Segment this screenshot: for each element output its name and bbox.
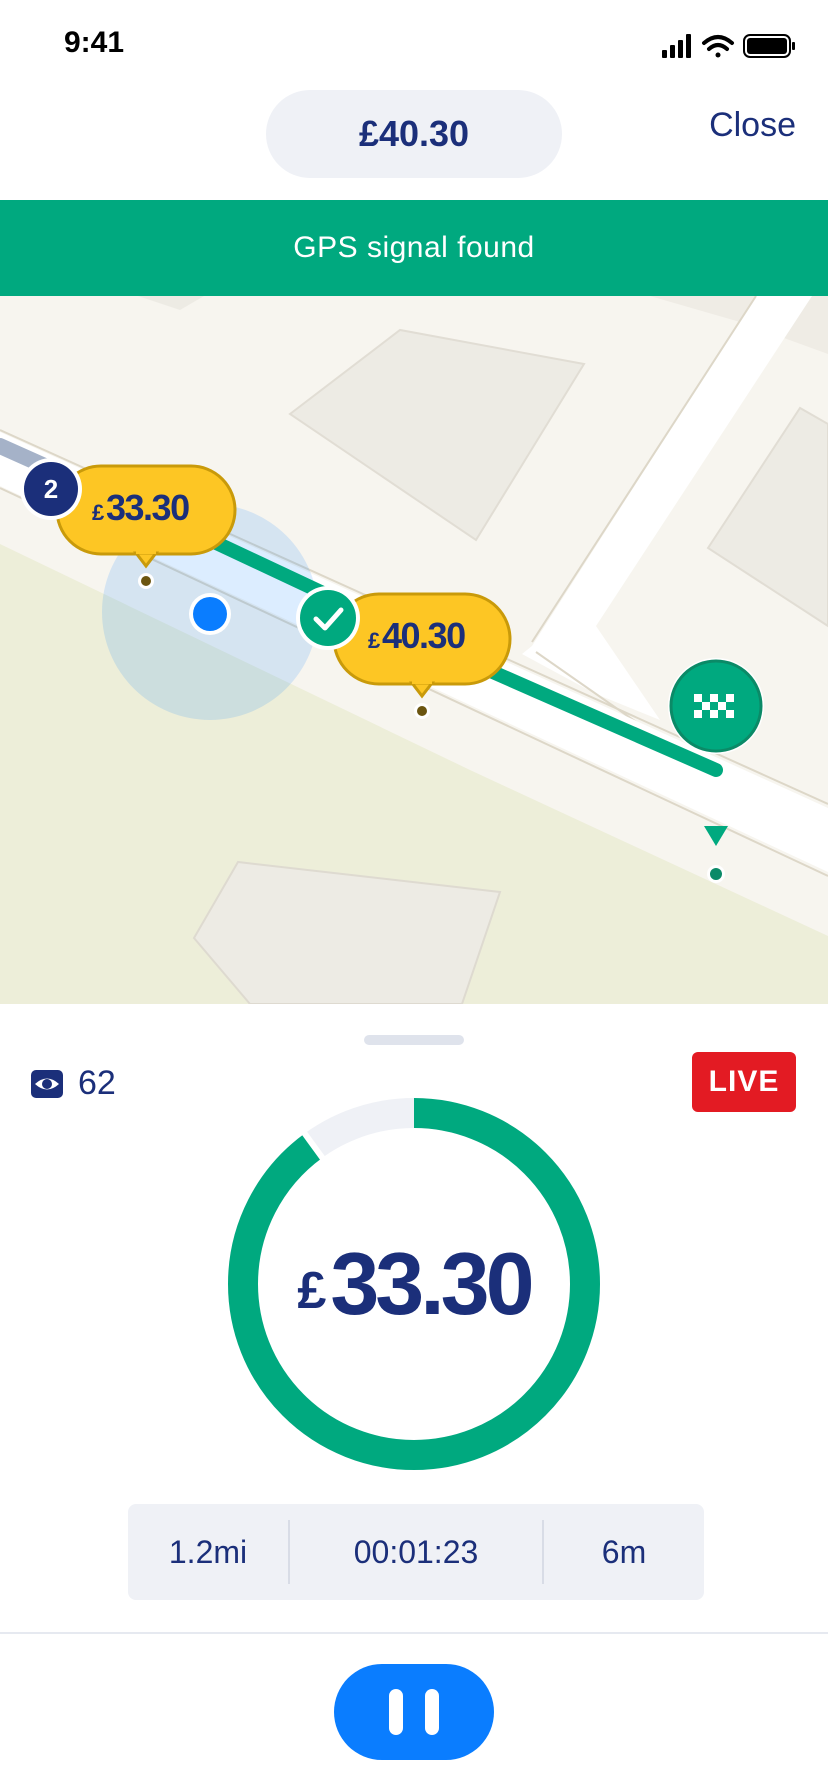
route-map[interactable]: £ 33.30 2 £ 40.30 <box>0 296 828 1004</box>
close-button[interactable]: Close <box>709 106 796 145</box>
meter-currency: £ <box>297 1262 327 1320</box>
stat-elapsed-time: 00:01:23 <box>353 1533 479 1570</box>
bid-amount: 33.30 <box>106 487 189 528</box>
trip-stats: 1.2mi 00:01:23 6m <box>128 1504 704 1600</box>
eye-icon <box>31 1069 63 1098</box>
panel-divider <box>0 1632 828 1634</box>
stat-distance: 1.2mi <box>168 1533 248 1570</box>
viewer-count-value: 62 <box>78 1064 116 1102</box>
pause-icon <box>389 1689 403 1735</box>
meter-fare: £ 33.30 <box>228 1098 600 1470</box>
confirmed-amount: 40.30 <box>382 615 465 656</box>
pause-button[interactable] <box>334 1664 494 1760</box>
battery-icon <box>743 34 795 58</box>
drag-handle[interactable] <box>364 1035 464 1045</box>
status-icons <box>662 34 795 58</box>
fare-total-pill: £40.30 <box>266 90 562 178</box>
gps-status-text: GPS signal found <box>293 231 535 264</box>
wifi-icon <box>702 35 734 58</box>
confirmed-currency: £ <box>368 628 381 653</box>
signal-icon <box>662 34 691 58</box>
meter-amount: 33.30 <box>330 1234 534 1333</box>
stat-remaining: 6m <box>601 1533 647 1570</box>
status-time: 9:41 <box>64 26 125 59</box>
bid-rank-number: 2 <box>44 474 58 504</box>
live-badge: LIVE <box>692 1052 796 1112</box>
live-label: LIVE <box>708 1065 780 1098</box>
bid-currency: £ <box>92 500 105 525</box>
check-icon <box>300 590 356 646</box>
viewer-count: 62 <box>30 1064 116 1103</box>
gps-status-banner: GPS signal found <box>0 200 828 296</box>
